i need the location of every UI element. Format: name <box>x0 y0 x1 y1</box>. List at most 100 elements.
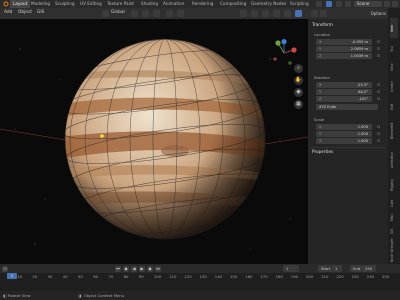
overlay-icon[interactable] <box>262 9 269 17</box>
location-y-field[interactable]: Y 2.0859 m <box>316 46 372 52</box>
tab-animation-panel[interactable]: Animation <box>390 148 398 172</box>
current-frame-field[interactable]: 1 <box>283 265 299 272</box>
transform-orientation-dropdown[interactable]: Global <box>111 9 125 17</box>
tab-layout[interactable]: Layout <box>10 0 31 8</box>
tab-shading[interactable]: Shading <box>141 0 158 8</box>
playhead[interactable]: 1 <box>7 273 17 279</box>
tab-item[interactable]: Item <box>390 18 398 38</box>
rotation-z-field[interactable]: Z -101° <box>316 96 372 102</box>
snap-icon[interactable] <box>142 9 149 17</box>
tab-create[interactable]: Create <box>390 78 398 96</box>
menu-gis[interactable]: GIS <box>37 9 44 17</box>
timeline-tick-label: 110 <box>169 274 177 279</box>
tab-tool[interactable]: Tool <box>390 42 398 56</box>
transform-orientation-icon[interactable] <box>102 9 109 17</box>
options-dropdown[interactable]: Options <box>371 8 386 19</box>
jump-start-icon[interactable]: ⏮ <box>115 265 121 272</box>
camera-view-icon[interactable]: ◉ <box>294 88 303 97</box>
status-hint-rotate: Rotate View <box>8 293 31 298</box>
axis-z-label: Z <box>319 97 322 101</box>
lock-icon[interactable]: ⊡ <box>376 53 381 58</box>
next-keyframe-icon[interactable]: ◆ <box>147 265 153 272</box>
location-x-value: -0.092 m <box>351 40 368 44</box>
rotation-y-field[interactable]: Y 84.2° <box>316 89 372 95</box>
tab-edit[interactable]: Edit <box>390 100 398 114</box>
tab-animation[interactable]: Animation <box>163 0 184 8</box>
timeline-ruler[interactable]: 1 01020304050607080901001101201301401501… <box>0 273 400 291</box>
play-icon[interactable]: ▶ <box>139 265 145 272</box>
view-layer-menu-icon[interactable] <box>392 1 398 7</box>
lock-icon[interactable]: ⊡ <box>376 89 381 94</box>
scene-name-field[interactable]: Scene <box>354 1 382 7</box>
tab-compositing[interactable]: Compositing <box>220 0 246 8</box>
axis-x-label: X <box>319 125 322 129</box>
location-z-field[interactable]: Z 1.0039 m <box>316 53 372 59</box>
pin-icon[interactable] <box>345 1 351 7</box>
sidebar-tabs: Item Tool View Create Edit BlenderKit An… <box>388 8 400 264</box>
tab-gis[interactable]: GIS <box>390 226 398 236</box>
tab-geometry-nodes[interactable]: Geometry Nodes <box>251 0 286 8</box>
jupiter-planet[interactable] <box>54 38 277 244</box>
jump-end-icon[interactable]: ⏭ <box>155 265 161 272</box>
end-label: End <box>350 265 362 272</box>
rotation-x-field[interactable]: X -25.3° <box>316 82 372 88</box>
lock-icon[interactable]: ⊡ <box>376 39 381 44</box>
end-frame-field[interactable]: 250 <box>362 265 376 272</box>
menu-object[interactable]: Object <box>18 9 32 17</box>
properties-section-title[interactable]: Properties <box>312 148 333 156</box>
rotation-mode-dropdown[interactable]: XYZ Euler <box>316 104 378 110</box>
gizmo-icon[interactable] <box>251 9 258 17</box>
lock-icon[interactable]: ⊡ <box>376 131 381 136</box>
navigation-gizmo[interactable] <box>270 39 298 67</box>
lock-icon[interactable]: ⊡ <box>376 138 381 143</box>
3d-viewport[interactable]: ⌕ ✋ ◉ ▦ <box>0 19 308 264</box>
lock-icon[interactable]: ⊡ <box>376 82 381 87</box>
scale-y-field[interactable]: Y 1.000 <box>316 131 372 137</box>
blender-logo-icon[interactable] <box>3 0 9 8</box>
tab-rigging[interactable]: Rigging <box>390 176 398 194</box>
pivot-point-icon[interactable] <box>131 9 138 17</box>
visibility-icon[interactable] <box>240 9 247 17</box>
tab-sculpting[interactable]: Sculpting <box>55 0 75 8</box>
lock-icon[interactable]: ⊡ <box>376 96 381 101</box>
shading-material-icon[interactable] <box>295 9 302 17</box>
falloff-icon[interactable] <box>177 9 184 17</box>
menu-add[interactable]: Add <box>4 9 12 17</box>
tab-uv-editing[interactable]: UV Editing <box>80 0 102 8</box>
view-layer-icon[interactable] <box>384 1 390 7</box>
proportional-edit-icon[interactable] <box>166 9 173 17</box>
add-workspace-button[interactable] <box>316 1 322 7</box>
snap-target-icon[interactable] <box>153 9 160 17</box>
tab-misc[interactable]: Misc <box>390 212 398 222</box>
tab-node-wrangler[interactable]: Node Wrangler <box>390 238 398 262</box>
timeline-tick-label: 20 <box>32 274 38 279</box>
scale-x-field[interactable]: X 1.000 <box>316 124 372 130</box>
prev-keyframe-icon[interactable]: ◆ <box>123 265 129 272</box>
tab-texture-paint[interactable]: Texture Paint <box>107 0 134 8</box>
object-origin[interactable] <box>100 134 104 138</box>
editor-type-icon[interactable] <box>326 1 332 7</box>
lock-icon[interactable]: ⊡ <box>376 124 381 129</box>
zoom-icon[interactable]: ⌕ <box>294 64 303 73</box>
scale-z-field[interactable]: Z 1.000 <box>316 138 372 144</box>
filter-icon[interactable] <box>320 10 327 17</box>
perspective-toggle-icon[interactable]: ▦ <box>294 100 303 109</box>
tab-blenderkit[interactable]: BlenderKit <box>390 118 398 144</box>
scene-browse-icon[interactable] <box>336 1 342 7</box>
shading-solid-icon[interactable] <box>284 9 291 17</box>
xray-icon[interactable] <box>273 9 280 17</box>
collapse-icon[interactable] <box>311 10 318 17</box>
timeline-tick-label: 80 <box>123 274 129 279</box>
play-reverse-icon[interactable]: ◀ <box>131 265 137 272</box>
location-x-field[interactable]: X -0.092 m <box>316 39 372 45</box>
start-frame-field[interactable]: 1 <box>332 265 342 272</box>
tab-cam[interactable]: Cam <box>390 198 398 208</box>
tab-modeling[interactable]: Modeling <box>31 0 50 8</box>
lock-icon[interactable]: ⊡ <box>376 46 381 51</box>
tab-rendering[interactable]: Rendering <box>192 0 213 8</box>
editor-type-icon[interactable]: ◷ <box>2 265 8 272</box>
pan-hand-icon[interactable]: ✋ <box>294 76 303 85</box>
tab-scripting[interactable]: Scripting <box>290 0 309 8</box>
transform-section-title[interactable]: Transform <box>312 21 333 29</box>
tab-view[interactable]: View <box>390 60 398 74</box>
